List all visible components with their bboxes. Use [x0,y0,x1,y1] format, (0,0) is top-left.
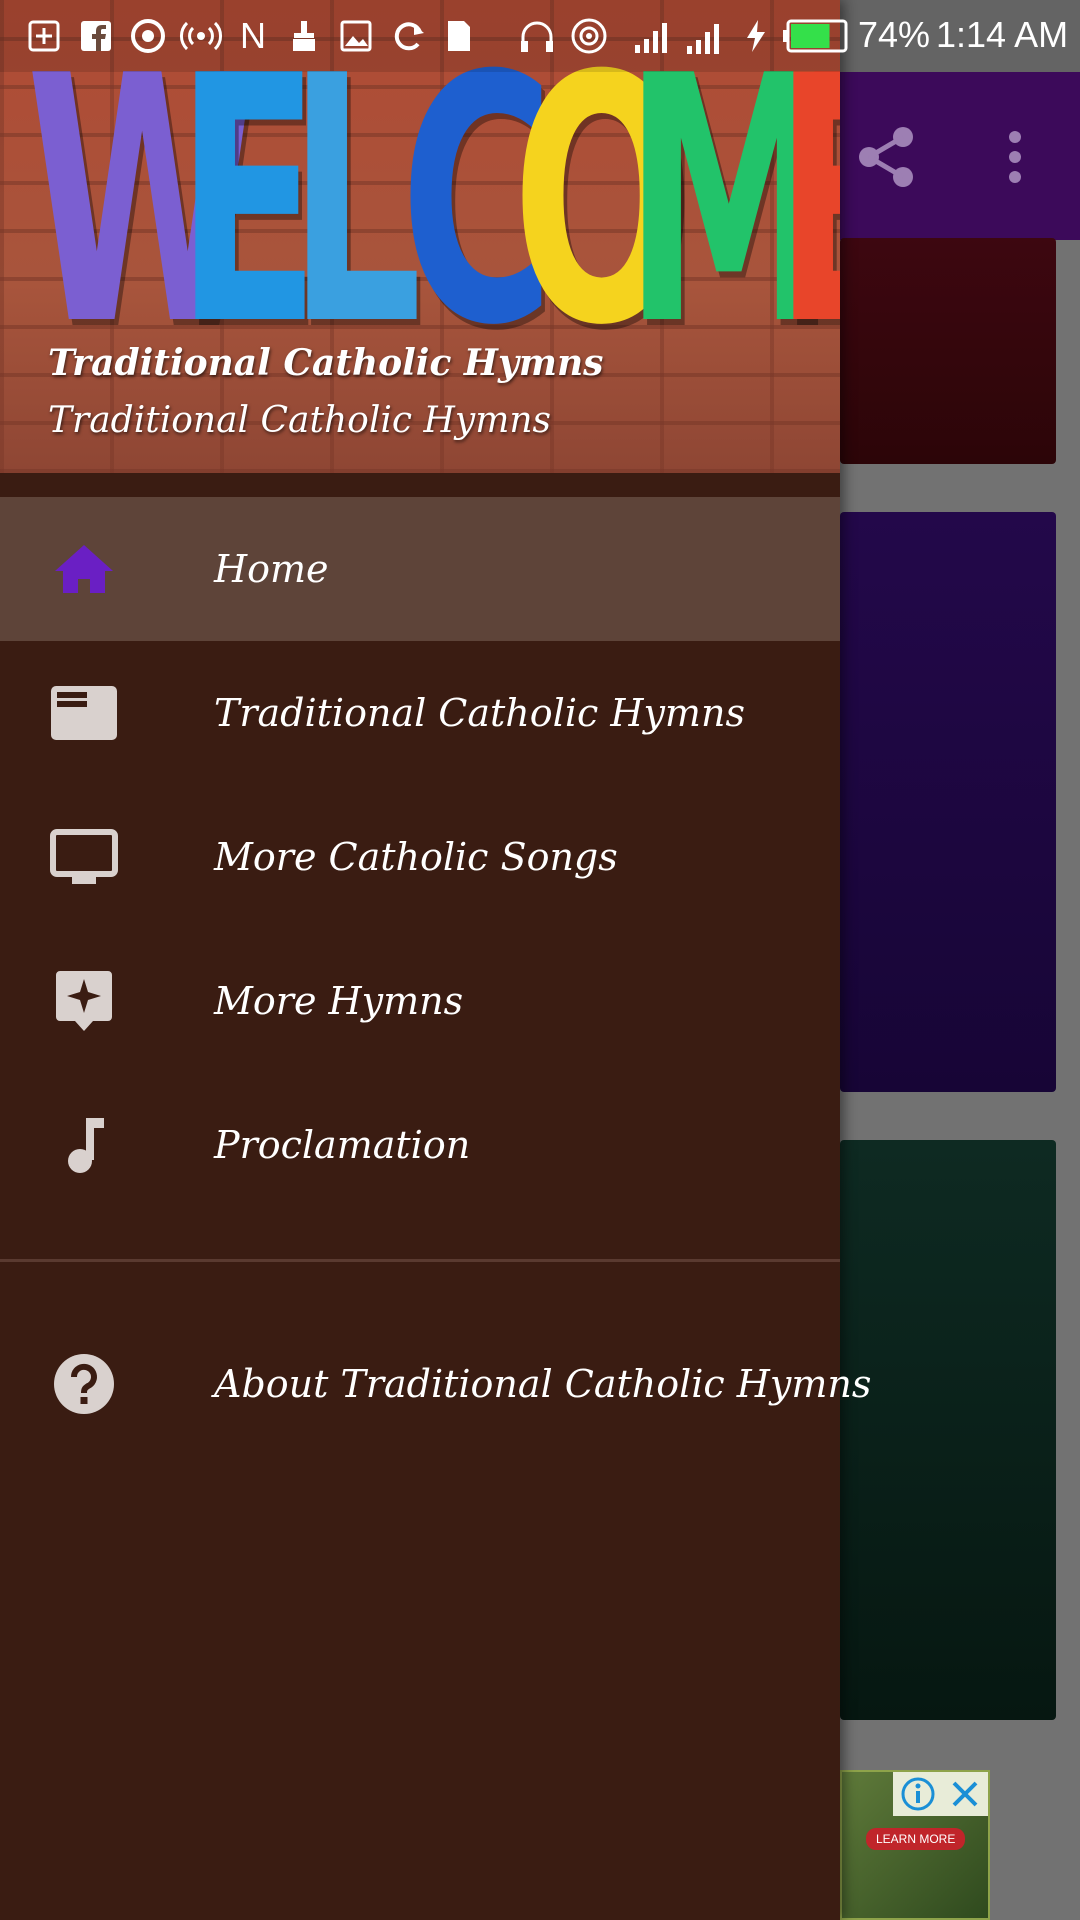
more-vert-icon[interactable] [980,122,1050,192]
content-card[interactable] [840,512,1056,1092]
welcome-art-letter: E [176,4,320,400]
drawer-item-more-hymns[interactable]: More Hymns [0,929,840,1073]
headphones-icon [518,18,556,54]
drawer-item-about[interactable]: About Traditional Catholic Hymns [0,1312,871,1456]
home-icon [48,537,120,601]
sim-icon [444,18,474,54]
welcome-art-letter: E [774,32,840,372]
plus-box-icon [26,18,62,54]
content-card[interactable] [840,1140,1056,1720]
ad-controls [893,1772,988,1816]
music-note-icon [48,1113,120,1177]
drawer-divider [0,1259,840,1262]
clock: 1:14 AM [936,14,1069,55]
info-icon[interactable] [900,1776,936,1812]
content-card[interactable] [840,238,1056,464]
drawer-item-label: Home [214,547,329,591]
ad-cta-button[interactable]: LEARN MORE [866,1828,966,1850]
drawer-item-label: More Catholic Songs [214,835,618,879]
article-icon [48,681,120,745]
n-icon: N [240,15,266,56]
welcome-art-letter: M [624,4,834,400]
welcome-art-letter: L [288,4,422,400]
drawer-menu: Home Traditional Catholic Hymns More Cat… [0,497,871,1456]
welcome-art-letter: W [26,4,259,400]
drawer-item-label: Proclamation [214,1123,471,1167]
signal-icon [632,18,672,54]
share-icon[interactable] [852,122,922,192]
broadcast-icon [178,18,224,54]
drawer-item-more-catholic-songs[interactable]: More Catholic Songs [0,785,840,929]
drawer-item-traditional-catholic-hymns[interactable]: Traditional Catholic Hymns [0,641,840,785]
welcome-banner-image: WELCOME [26,4,840,400]
drawer-item-label: About Traditional Catholic Hymns [214,1362,872,1406]
battery-icon [782,18,848,54]
drawer-header-title: Traditional Catholic Hymns [48,342,604,384]
battery-percentage: 74% [858,14,931,55]
navigation-drawer: WELCOME Traditional Catholic Hymns Tradi… [0,0,871,1920]
signal-3g-icon [682,18,726,54]
welcome-art-letter: O [512,4,691,400]
ad-banner[interactable]: LEARN MORE [840,1770,990,1920]
drawer-item-label: Traditional Catholic Hymns [214,691,745,735]
status-bar: N 74% 1:14 AM [0,0,1080,72]
image-icon [338,18,374,54]
star-badge-icon [48,969,120,1033]
chrome-icon [128,18,168,54]
drawer-item-home[interactable]: Home [0,497,840,641]
drawer-item-proclamation[interactable]: Proclamation [0,1073,840,1217]
tv-icon [48,825,120,889]
sync-icon [390,18,428,54]
charging-icon [742,18,770,54]
drawer-item-label: More Hymns [214,979,464,1023]
welcome-art-letter: C [400,4,555,400]
drawer-header-subtitle: Traditional Catholic Hymns [48,400,551,441]
help-icon [48,1352,120,1416]
broom-icon [286,18,322,54]
facebook-icon [78,18,114,54]
hotspot-icon [568,18,610,54]
close-icon[interactable] [949,1778,981,1810]
